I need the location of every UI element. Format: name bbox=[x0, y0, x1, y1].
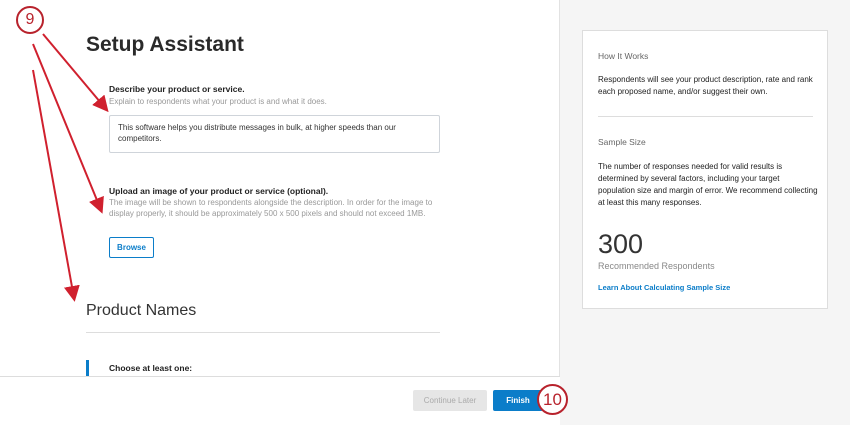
sample-text: The number of responses needed for valid… bbox=[598, 162, 818, 207]
describe-hint: Explain to respondents what your product… bbox=[109, 97, 327, 106]
upload-hint: The image will be shown to respondents a… bbox=[109, 198, 433, 218]
respondent-count: 300 bbox=[598, 229, 644, 259]
product-names-heading: Product Names bbox=[86, 302, 197, 319]
info-card: How It Works Respondents will see your p… bbox=[582, 30, 828, 309]
divider bbox=[86, 332, 440, 333]
setup-panel: Setup Assistant Describe your product or… bbox=[0, 0, 560, 425]
continue-later-button[interactable]: Continue Later bbox=[413, 390, 487, 411]
divider bbox=[598, 116, 813, 117]
describe-label: Describe your product or service. bbox=[109, 84, 245, 94]
browse-button[interactable]: Browse bbox=[109, 237, 154, 258]
description-textarea[interactable]: This software helps you distribute messa… bbox=[109, 115, 440, 153]
respondent-count-label: Recommended Respondents bbox=[598, 261, 715, 271]
sample-size-link[interactable]: Learn About Calculating Sample Size bbox=[598, 283, 730, 292]
callout-badge-9: 9 bbox=[16, 6, 44, 34]
how-text: Respondents will see your product descri… bbox=[598, 75, 813, 96]
upload-label: Upload an image of your product or servi… bbox=[109, 186, 329, 196]
how-heading: How It Works bbox=[598, 51, 649, 61]
choose-label: Choose at least one: bbox=[86, 360, 192, 376]
finish-button[interactable]: Finish bbox=[493, 390, 543, 411]
callout-badge-10: 10 bbox=[537, 384, 568, 415]
sample-heading: Sample Size bbox=[598, 137, 646, 147]
page-title: Setup Assistant bbox=[86, 33, 244, 56]
